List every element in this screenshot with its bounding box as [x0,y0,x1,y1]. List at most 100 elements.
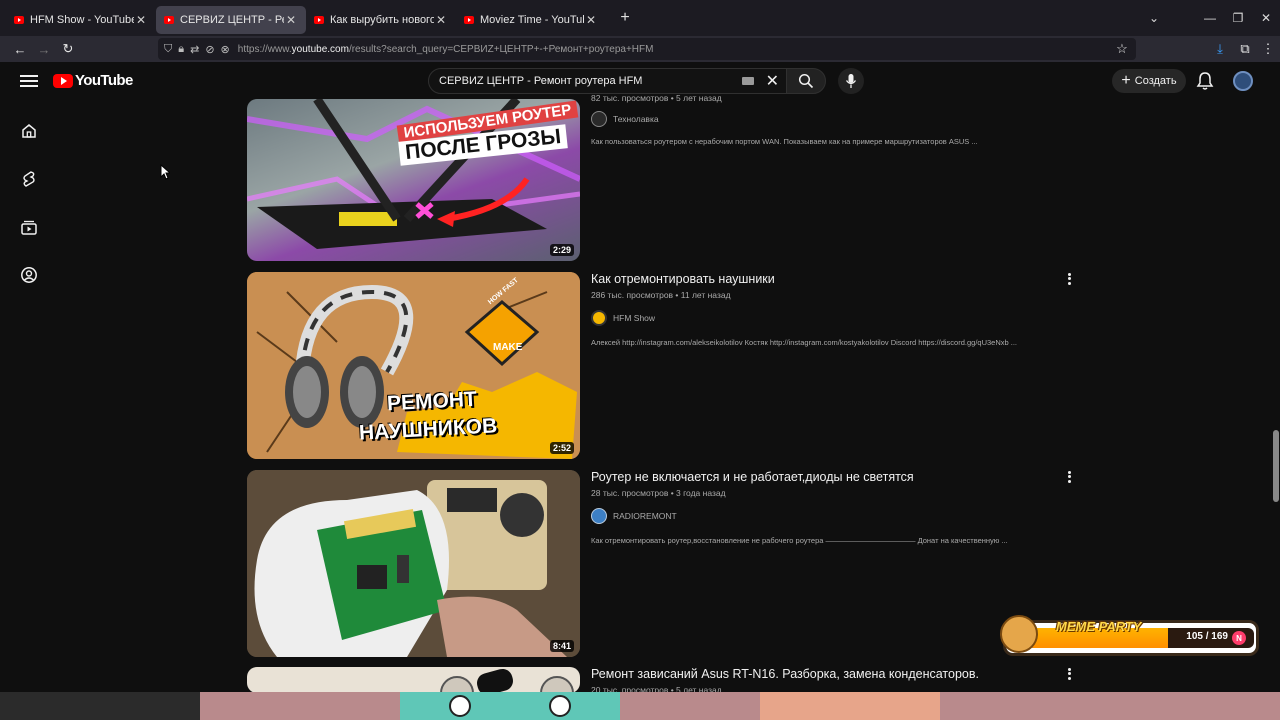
result-info: Роутер не включается и не работает,диоды… [591,470,1071,545]
microphone-icon [845,74,857,88]
close-tab-icon[interactable]: ✕ [284,13,298,27]
youtube-favicon-icon [314,16,324,24]
youtube-favicon-icon [464,16,474,24]
close-window-icon[interactable]: ✕ [1256,0,1276,36]
restore-window-icon[interactable]: ❐ [1228,0,1248,36]
progress-count: 105 / 169 [1186,631,1228,642]
close-tab-icon[interactable]: ✕ [134,13,148,27]
background-artwork-graphic [0,692,1280,720]
close-tab-icon[interactable]: ✕ [584,13,598,27]
youtube-logo[interactable]: YouTube [53,72,133,89]
create-button[interactable]: + Создать [1112,69,1186,93]
asus-repair-thumbnail-art [440,668,574,693]
tab-list-chevron-icon[interactable]: ⌄ [1144,0,1164,36]
youtube-favicon-icon [164,16,174,24]
screen: HFM Show - YouTube ✕ СЕРВИZ ЦЕНТР - Ремо… [0,0,1280,720]
video-thumbnail[interactable] [247,667,580,693]
menu-icon[interactable]: ⋮ [1256,37,1280,61]
result-info: Ремонт зависаний Asus RT-N16. Разборка, … [591,667,1071,695]
doge-icon [1000,615,1038,653]
channel-link[interactable]: RADIOREMONT [591,508,1071,524]
channel-link[interactable]: HFM Show [591,310,1071,326]
more-actions-kebab-icon[interactable] [1065,470,1073,484]
logo-text: YouTube [75,72,133,89]
keyboard-icon[interactable] [741,77,754,85]
new-tab-plus-icon[interactable]: + [612,5,638,31]
url-path: /results?search_query=СЕРВИZ+ЦЕНТР+-+Рем… [348,43,654,55]
url-host: youtube.com [291,43,349,55]
video-duration: 8:41 [549,640,574,652]
more-actions-kebab-icon[interactable] [1065,667,1073,681]
channel-name[interactable]: Технолавка [613,114,659,124]
back-arrow-icon[interactable]: ← [8,37,32,61]
extensions-icon[interactable]: ⧉ [1233,37,1257,61]
view-count-and-age: 286 тыс. просмотров • 11 лет назад [591,290,731,300]
clear-search-icon[interactable]: ✕ [766,71,779,91]
youtube-play-icon [53,73,73,88]
video-description: Алексей http://instagram.com/alekseikolo… [591,338,1018,347]
channel-avatar[interactable] [591,111,607,127]
shorts-icon[interactable] [20,170,38,188]
voice-search-button[interactable] [838,68,864,94]
video-thumbnail[interactable]: 8:41 [247,470,580,657]
tab-label: HFM Show - YouTube [30,14,134,26]
browser-tab-strip: HFM Show - YouTube ✕ СЕРВИZ ЦЕНТР - Ремо… [0,0,1280,36]
plus-icon: + [1121,72,1131,89]
account-avatar[interactable] [1233,71,1253,91]
lock-icon[interactable]: 🔒︎ [178,43,184,56]
address-bar[interactable]: ⛉ 🔒︎ ⇄ ⊘ ⊗ https://www.youtube.com/resul… [158,38,1136,60]
video-thumbnail[interactable]: ИСПОЛЬЗУЕМ РОУТЕР ПОСЛЕ ГРОЗЫ 2:29 [247,99,580,261]
hamburger-menu-icon[interactable] [20,72,38,90]
channel-name[interactable]: RADIOREMONT [613,511,677,521]
subscriptions-icon[interactable] [20,218,38,236]
url-text[interactable]: https://www.youtube.com/results?search_q… [238,44,654,55]
search-button[interactable] [786,68,826,94]
channel-name[interactable]: HFM Show [613,313,655,323]
close-tab-icon[interactable]: ✕ [434,13,448,27]
result-info: Как отремонтировать наушники 286 тыс. пр… [591,272,1071,347]
browser-tab[interactable]: HFM Show - YouTube ✕ [6,6,156,34]
mouse-cursor-icon [160,164,170,180]
thumbnail-caption-top: РЕМОНТ [386,387,478,416]
video-thumbnail[interactable]: HOW FAST MAKE РЕМОНТ НАУШНИКОВ 2:52 [247,272,580,459]
you-profile-icon[interactable] [20,266,38,284]
browser-tab[interactable]: Moviez Time - YouTube ✕ [456,6,606,34]
video-title[interactable]: Роутер не включается и не работает,диоды… [591,470,1071,484]
autoplay-blocked-icon[interactable]: ⊗ [221,43,230,56]
channel-link[interactable]: Технолавка [591,111,1071,127]
shield-icon[interactable]: ⛉ [164,43,172,56]
video-description: Как отремонтировать роутер,восстановлени… [591,536,1008,545]
url-prefix: https://www. [237,43,292,55]
home-icon[interactable] [20,122,38,140]
video-description: Как пользоваться роутером с нерабочим по… [591,137,978,146]
video-title[interactable]: Как отремонтировать наушники [591,272,1071,286]
search-query: СЕРВИZ ЦЕНТР - Ремонт роутера HFM [439,75,643,87]
browser-tab-active[interactable]: СЕРВИZ ЦЕНТР - Ремонт роутера HFM ✕ [156,6,306,34]
widget-brand: MEME PARTY [1056,619,1142,634]
notifications-bell-icon[interactable] [1196,71,1214,91]
browser-toolbar: ← → ↻ ⛉ 🔒︎ ⇄ ⊘ ⊗ https://www.youtube.com… [0,36,1280,62]
video-duration: 2:29 [549,244,574,256]
thumbnail-badge-bottom: MAKE [493,342,523,353]
downloads-icon[interactable]: ⤓ [1208,37,1232,61]
widget-badge: N [1232,631,1246,645]
more-actions-kebab-icon[interactable] [1065,272,1073,286]
tab-label: СЕРВИZ ЦЕНТР - Ремонт роутера HFM [180,14,284,26]
minimize-window-icon[interactable]: — [1200,0,1220,36]
video-title[interactable]: Ремонт зависаний Asus RT-N16. Разборка, … [591,667,1071,681]
permissions-icon[interactable]: ⇄ [190,43,199,56]
create-label: Создать [1134,75,1177,87]
reload-icon[interactable]: ↻ [56,37,80,61]
browser-tab[interactable]: Как вырубить новогоднюю елку ✕ [306,6,456,34]
channel-avatar[interactable] [591,310,607,326]
result-info: 82 тыс. просмотров • 5 лет назад Технола… [591,93,1071,146]
view-count-and-age: 28 тыс. просмотров • 3 года назад [591,488,726,498]
camera-blocked-icon[interactable]: ⊘ [205,43,214,56]
channel-avatar[interactable] [591,508,607,524]
search-input[interactable]: СЕРВИZ ЦЕНТР - Ремонт роутера HFM ✕ [428,68,788,94]
view-count-and-age: 82 тыс. просмотров • 5 лет назад [591,93,722,103]
video-duration: 2:52 [549,442,574,454]
bookmark-star-icon[interactable]: ☆ [1110,37,1134,61]
page-scrollbar[interactable] [1273,430,1279,502]
forward-arrow-icon[interactable]: → [32,37,56,61]
